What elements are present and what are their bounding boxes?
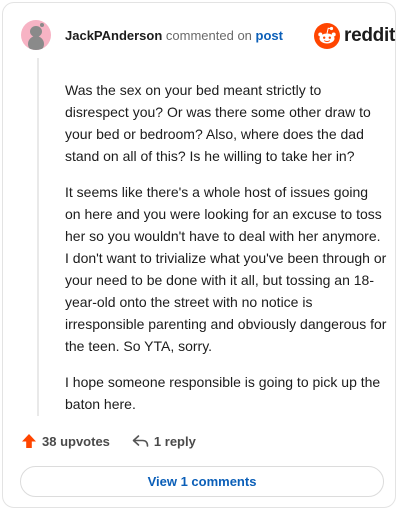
avatar[interactable] <box>21 20 51 50</box>
comment-body: Was the sex on your bed meant strictly t… <box>65 79 387 429</box>
author-username[interactable]: JackPAnderson <box>65 28 162 43</box>
upvote-button[interactable]: 38 upvotes <box>21 433 110 449</box>
view-comments-button[interactable]: View 1 comments <box>20 466 384 497</box>
comment-byline: JackPAnderson commented on post <box>65 28 283 44</box>
reply-arrow-icon <box>132 435 149 447</box>
thread-line[interactable] <box>37 58 39 416</box>
comment-card: JackPAnderson commented on post reddit W… <box>2 2 396 508</box>
comment-paragraph: I hope someone responsible is going to p… <box>65 374 381 412</box>
avatar-body <box>28 36 44 50</box>
avatar-antenna <box>40 23 44 27</box>
reddit-wordmark: reddit <box>344 25 395 46</box>
reply-button[interactable]: 1 reply <box>132 434 196 449</box>
comment-paragraph: It seems like there's a whole host of is… <box>65 184 387 354</box>
comment-paragraph: Was the sex on your bed meant strictly t… <box>65 82 371 164</box>
post-link[interactable]: post <box>256 28 283 43</box>
upvote-count: 38 upvotes <box>42 433 110 449</box>
reddit-brand[interactable]: reddit <box>314 23 395 49</box>
upvote-arrow-icon <box>22 434 36 448</box>
byline-verb: commented on <box>165 28 252 43</box>
reply-count: 1 reply <box>153 433 196 449</box>
comment-actions: 38 upvotes 1 reply <box>21 431 196 451</box>
reddit-logo-icon <box>314 23 340 49</box>
